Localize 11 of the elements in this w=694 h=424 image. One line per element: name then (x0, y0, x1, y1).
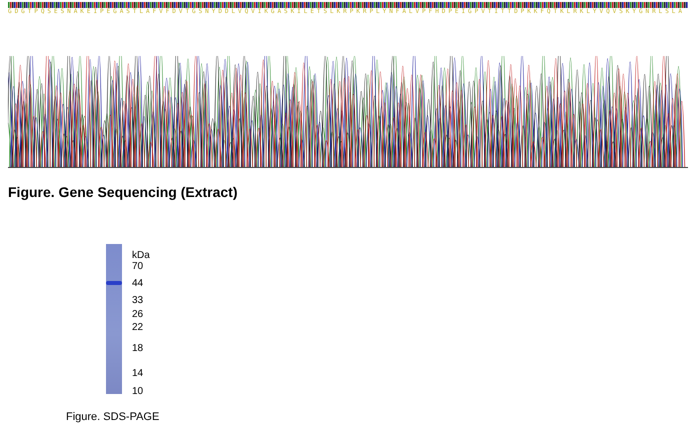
marker-label: 33 (132, 295, 144, 306)
marker-label: 18 (132, 343, 144, 354)
unit-label: kDa (132, 250, 150, 261)
figure-caption: Figure. Gene Sequencing (Extract) (8, 184, 238, 200)
marker-label: 44 (132, 278, 144, 289)
marker-label: 26 (132, 309, 144, 320)
marker-label: 70 (132, 261, 144, 272)
marker-label: 14 (132, 368, 144, 379)
marker-label: 10 (132, 386, 144, 397)
marker-label: 22 (132, 322, 144, 333)
figure-caption: Figure. SDS-PAGE (66, 411, 160, 423)
